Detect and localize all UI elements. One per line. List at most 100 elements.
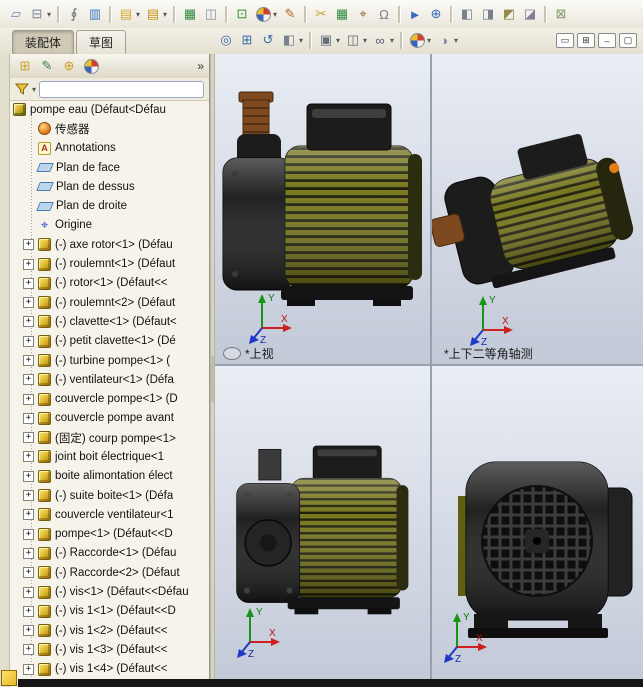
expand-toggle[interactable]: + <box>23 355 34 366</box>
section-dropdown-icon[interactable]: ▾ <box>297 30 305 50</box>
expand-toggle[interactable]: + <box>23 432 34 444</box>
select-arrow-icon[interactable]: ► <box>405 4 425 24</box>
tree-item-petit-clavette-1[interactable]: + (-) petit clavette<1> (Dé <box>10 332 209 351</box>
mass-properties-icon[interactable]: Ω <box>374 4 394 24</box>
expand-toggle[interactable]: + <box>23 625 34 637</box>
scene-icon[interactable]: ◑ <box>434 30 454 50</box>
tree-item-clavette-1[interactable]: + (-) clavette<1> (Défaut< <box>10 312 209 331</box>
tree-item-courp-pompe-1[interactable]: + (固定) courp pompe<1> <box>10 428 209 447</box>
zoom-area-icon[interactable]: ⊞ <box>237 30 257 50</box>
design-table-icon[interactable]: ▦ <box>332 4 352 24</box>
interference-check-icon[interactable]: ⊠ <box>551 4 571 24</box>
tree-item-vis-1[interactable]: + (-) vis<1> (Défaut<<Défau <box>10 582 209 601</box>
appearance-ball-icon[interactable] <box>253 4 273 24</box>
separator[interactable] <box>225 5 228 23</box>
expand-toggle[interactable]: + <box>23 509 34 521</box>
expand-toggle[interactable]: + <box>23 490 34 502</box>
expand-toggle[interactable]: + <box>23 470 34 482</box>
expand-toggle[interactable]: + <box>23 586 34 598</box>
scene-dropdown-icon[interactable]: ▾ <box>452 30 460 50</box>
viewport-bottom-right[interactable]: Y X Z <box>432 366 643 687</box>
filter-funnel-icon[interactable] <box>15 83 29 95</box>
panel-overflow-chevron[interactable]: » <box>197 59 204 73</box>
measure-icon[interactable]: ⌖ <box>353 4 373 24</box>
appearance-dropdown-icon[interactable]: ▾ <box>271 4 279 24</box>
separator[interactable] <box>173 5 176 23</box>
expand-toggle[interactable]: + <box>23 644 34 656</box>
attachment-icon[interactable]: ∮ <box>64 4 84 24</box>
tree-item-vis1-2[interactable]: + (-) vis 1<2> (Défaut<< <box>10 621 209 640</box>
open-folder-dropdown-icon[interactable]: ▾ <box>134 4 142 24</box>
tree-item-couvercle-pompe-1[interactable]: + couvercle pompe<1> (D <box>10 389 209 408</box>
new-document-icon[interactable]: ▱ <box>6 4 26 24</box>
move-component-icon[interactable]: ⊕ <box>426 4 446 24</box>
section-view-icon[interactable]: ◨ <box>478 4 498 24</box>
column-chart-icon[interactable]: ▥ <box>85 4 105 24</box>
expand-toggle[interactable]: + <box>23 412 34 424</box>
viewport-top-right[interactable]: Y X Z *上下二等角轴测 <box>432 54 643 364</box>
zoom-fit-icon[interactable]: ◎ <box>216 30 236 50</box>
edit-sketch-icon[interactable]: ✎ <box>280 4 300 24</box>
separator[interactable] <box>57 5 60 23</box>
separator[interactable] <box>450 5 453 23</box>
viewport-bottom-left[interactable]: Y X Z <box>215 366 430 687</box>
expand-toggle[interactable]: + <box>23 258 34 270</box>
filter-dropdown-icon[interactable]: ▾ <box>32 85 36 94</box>
display-style-icon[interactable]: ◫ <box>343 30 363 50</box>
edit-appearance-dropdown-icon[interactable]: ▾ <box>425 30 433 50</box>
viewport-top-left[interactable]: Y X Z *上视 <box>215 54 430 364</box>
tree-item-turbine-pompe-1[interactable]: + (-) turbine pompe<1> ( <box>10 351 209 370</box>
expand-toggle[interactable]: + <box>23 605 34 617</box>
separator[interactable] <box>400 31 403 49</box>
separator[interactable] <box>544 5 547 23</box>
open-document-dropdown-icon[interactable]: ▾ <box>161 4 169 24</box>
print-icon[interactable]: ⊟ <box>27 4 47 24</box>
propertymanager-tab-icon[interactable]: ✎ <box>37 56 57 76</box>
tree-item-rotor-1[interactable]: + (-) rotor<1> (Défaut<< <box>10 274 209 293</box>
expand-toggle[interactable]: + <box>23 547 34 559</box>
window-panes-icon[interactable]: ◫ <box>201 4 221 24</box>
section-view-icon[interactable]: ◧ <box>279 30 299 50</box>
tree-item-plan-de-face[interactable]: Plan de face <box>10 158 209 177</box>
tree-item-raccorde-1[interactable]: + (-) Raccorde<1> (Défau <box>10 544 209 563</box>
tree-item-sensors[interactable]: 传感器 <box>10 119 209 138</box>
separator[interactable] <box>109 5 112 23</box>
tree-item-annotations[interactable]: Annotations <box>10 139 209 158</box>
tree-item-root-pompe-eau[interactable]: pompe eau (Défaut<Défau <box>10 100 209 119</box>
tree-item-plan-de-dessus[interactable]: Plan de dessus <box>10 177 209 196</box>
minimize-window-icon[interactable]: – <box>598 33 616 48</box>
expand-toggle[interactable]: + <box>23 316 34 328</box>
exploded-view-icon[interactable]: ◪ <box>520 4 540 24</box>
separator[interactable] <box>304 5 307 23</box>
hide-show-items-icon[interactable]: ∞ <box>370 30 390 50</box>
splitter-grip[interactable] <box>211 356 214 402</box>
separator[interactable] <box>398 5 401 23</box>
open-document-icon[interactable]: ▤ <box>143 4 163 24</box>
assembly-cube-icon[interactable]: ◩ <box>499 4 519 24</box>
expand-toggle[interactable]: + <box>23 393 34 405</box>
viewport-single-icon[interactable]: ▭ <box>556 33 574 48</box>
viewport-split-icon[interactable]: ⊞ <box>577 33 595 48</box>
tree-item-vis1-4[interactable]: + (-) vis 1<4> (Défaut<< <box>10 660 209 679</box>
filter-input[interactable] <box>39 80 204 98</box>
tree-item-plan-de-droite[interactable]: Plan de droite <box>10 196 209 215</box>
tree-item-raccorde-2[interactable]: + (-) Raccorde<2> (Défaut <box>10 563 209 582</box>
tree-item-suite-boite-1[interactable]: + (-) suite boite<1> (Défa <box>10 486 209 505</box>
taskpane-corner-icon[interactable] <box>1 670 17 686</box>
tree-item-vis1-1[interactable]: + (-) vis 1<1> (Défaut<<D <box>10 602 209 621</box>
restore-window-icon[interactable]: ▢ <box>619 33 637 48</box>
save-icon[interactable]: ▦ <box>180 4 200 24</box>
print-dropdown-icon[interactable]: ▾ <box>45 4 53 24</box>
open-folder-icon[interactable]: ▤ <box>116 4 136 24</box>
tree-item-couvercle-pompe-avant[interactable]: + couvercle pompe avant <box>10 409 209 428</box>
expand-toggle[interactable]: + <box>23 451 34 463</box>
tab-assembly[interactable]: 装配体 <box>12 30 75 54</box>
tab-sketch[interactable]: 草图 <box>76 30 127 54</box>
view-orientation-icon[interactable]: ▣ <box>316 30 336 50</box>
edit-appearance-icon[interactable] <box>407 30 427 50</box>
expand-toggle[interactable]: + <box>23 277 34 289</box>
appearances-tab-icon[interactable] <box>81 56 101 76</box>
trim-icon[interactable]: ✂ <box>311 4 331 24</box>
view-orientation-dropdown-icon[interactable]: ▾ <box>334 30 342 50</box>
configurationmanager-tab-icon[interactable]: ⊕ <box>59 56 79 76</box>
